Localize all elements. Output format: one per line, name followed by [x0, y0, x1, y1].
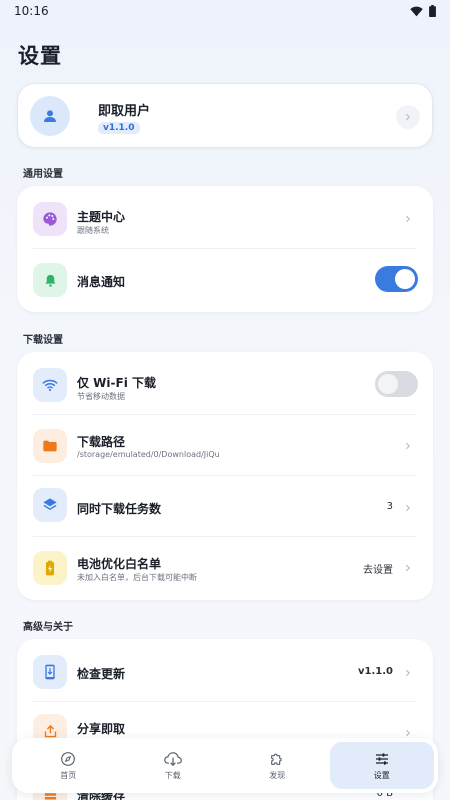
wifi-only-toggle[interactable] [375, 371, 418, 397]
layers-icon-box [33, 488, 67, 522]
battery-whitelist-title: 电池优化白名单 [77, 557, 162, 571]
theme-icon-box [33, 202, 67, 236]
notify-icon-box [33, 263, 67, 297]
download-path-row[interactable]: 下载路径 /storage/emulated/0/Download/JiQu [17, 415, 433, 477]
profile-name: 即取用户 [98, 104, 151, 119]
notification-row: 消息通知 [17, 249, 433, 311]
battery-settings-link[interactable]: 去设置 [363, 561, 393, 576]
toggle-knob [395, 269, 415, 289]
section-download-header: 下载设置 [23, 335, 63, 346]
nav-settings[interactable]: 设置 [329, 742, 434, 789]
chevron-right-icon [403, 503, 413, 513]
cloud-download-icon [163, 751, 182, 766]
theme-center-subtitle: 跟随系统 [77, 226, 109, 235]
theme-center-title: 主题中心 [77, 210, 126, 224]
battery-icon-box [33, 551, 67, 585]
avatar [30, 96, 70, 136]
status-time: 10:16 [14, 4, 49, 18]
chevron-right-icon [403, 214, 413, 224]
wifi-only-subtitle: 节省移动数据 [77, 392, 125, 401]
check-update-row[interactable]: 检查更新 v1.1.0 [17, 641, 433, 703]
nav-discover[interactable]: 发现 [225, 742, 330, 789]
download-path-title: 下载路径 [77, 435, 126, 449]
compass-icon [61, 751, 76, 766]
check-update-title: 检查更新 [77, 667, 126, 681]
user-icon [44, 110, 56, 122]
wifi-icon [42, 379, 58, 392]
chevron-right-icon [405, 113, 411, 121]
bottom-nav: 首页 下载 发现 设置 [12, 738, 438, 793]
share-icon [44, 724, 56, 737]
phone-update-icon [45, 664, 55, 680]
download-settings-card: 仅 Wi-Fi 下载 节省移动数据 下载路径 /storage/emulated… [17, 352, 433, 600]
concurrent-tasks-value: 3 [386, 501, 393, 512]
share-title: 分享即取 [77, 722, 126, 736]
battery-whitelist-subtitle: 未加入白名单，后台下载可能中断 [77, 573, 197, 582]
current-version: v1.1.0 [358, 666, 393, 677]
download-path-value: /storage/emulated/0/Download/JiQu [77, 450, 220, 459]
page-title: 设置 [18, 44, 62, 68]
nav-home-label: 首页 [60, 770, 77, 780]
battery-charging-icon [46, 560, 54, 576]
layers-icon [43, 498, 57, 510]
battery-whitelist-row[interactable]: 电池优化白名单 未加入白名单，后台下载可能中断 去设置 [17, 537, 433, 599]
concurrent-tasks-title: 同时下载任务数 [77, 502, 162, 516]
bell-icon [45, 274, 55, 287]
battery-icon [429, 5, 436, 17]
update-icon-box [33, 655, 67, 689]
sliders-icon [375, 752, 388, 765]
nav-discover-label: 发现 [269, 770, 286, 780]
chevron-right-icon [403, 441, 413, 451]
wifi-only-title: 仅 Wi-Fi 下载 [77, 376, 156, 390]
toggle-knob [378, 374, 398, 394]
profile-card[interactable]: 即取用户 v1.1.0 [17, 83, 433, 148]
wifi-signal-icon [410, 6, 423, 16]
status-bar: 10:16 [0, 0, 450, 22]
chevron-right-icon [403, 563, 413, 573]
section-advanced-header: 高级与关于 [23, 622, 73, 633]
wifi-icon-box [33, 368, 67, 402]
profile-chevron-button[interactable] [396, 105, 420, 129]
nav-home[interactable]: 首页 [16, 742, 121, 789]
theme-center-row[interactable]: 主题中心 跟随系统 [17, 188, 433, 250]
notification-title: 消息通知 [77, 275, 126, 289]
palette-icon [43, 212, 57, 226]
folder-icon-box [33, 429, 67, 463]
folder-icon [43, 440, 57, 452]
general-settings-card: 主题中心 跟随系统 消息通知 [17, 186, 433, 312]
notification-toggle[interactable] [375, 266, 418, 292]
nav-settings-label: 设置 [373, 770, 390, 780]
nav-download[interactable]: 下载 [121, 742, 226, 789]
chevron-right-icon [403, 728, 413, 738]
section-general-header: 通用设置 [23, 169, 63, 180]
puzzle-icon [271, 753, 282, 765]
chevron-right-icon [403, 668, 413, 678]
nav-download-label: 下载 [164, 770, 181, 780]
version-badge: v1.1.0 [98, 122, 140, 134]
wifi-only-row: 仅 Wi-Fi 下载 节省移动数据 [17, 354, 433, 416]
concurrent-tasks-row[interactable]: 同时下载任务数 3 [17, 476, 433, 538]
